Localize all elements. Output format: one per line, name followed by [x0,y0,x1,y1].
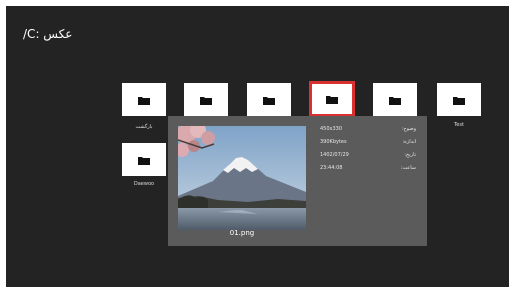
tile-label-test: Test [454,122,464,128]
file-browser-screen: عکس :C/ بازگشت Test Daewoo 01.png 450x33… [6,6,509,287]
info-row-size: 390Kbytes اندازه: [316,139,416,147]
folder-icon [138,155,150,165]
folder-icon [453,95,465,105]
info-value: 390Kbytes [320,139,347,145]
folder-icon [389,95,401,105]
folder-icon [200,95,212,105]
tile-label-back: بازگشت [135,124,153,130]
folder-tile-selected[interactable] [309,81,355,117]
info-value: 1402/07/29 [320,152,349,158]
info-key: تاریخ: [404,152,416,158]
folder-tile-test[interactable] [437,83,481,116]
path-title: عکس :C/ [23,27,73,41]
folder-icon [263,95,275,105]
folder-tile-daewoo[interactable] [122,143,166,176]
info-key: اندازه: [402,139,416,145]
info-value: 450x330 [320,126,343,132]
info-row-time: 23:44:08 ساعت: [316,165,416,173]
folder-tile-back[interactable] [122,83,166,116]
info-row-resolution: 450x330 وضوح: [316,126,416,134]
folder-tile-2[interactable] [184,83,228,116]
info-key: ساعت: [400,165,416,171]
folder-icon [326,95,338,104]
preview-filename: 01.png [229,229,255,237]
tile-label-daewoo: Daewoo [133,181,155,187]
info-key: وضوح: [401,126,416,132]
image-thumbnail [178,126,306,230]
folder-icon [138,95,150,105]
file-preview-panel: 01.png 450x330 وضوح: 390Kbytes اندازه: 1… [168,116,427,246]
info-value: 23:44:08 [320,165,343,171]
info-row-date: 1402/07/29 تاریخ: [316,152,416,160]
folder-tile-5[interactable] [373,83,417,116]
folder-tile-3[interactable] [247,83,291,116]
